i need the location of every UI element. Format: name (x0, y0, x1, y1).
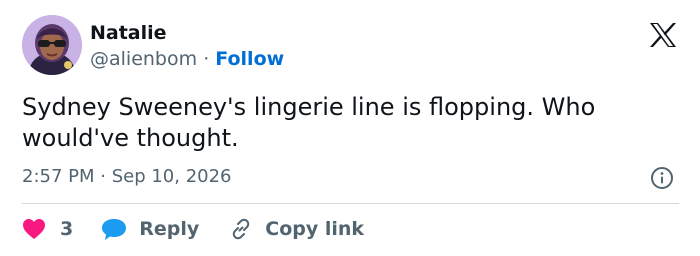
author-handle-row: @alienbom · Follow (90, 48, 284, 70)
copy-link-button[interactable]: Copy link (229, 217, 364, 241)
x-logo-icon[interactable] (649, 22, 677, 48)
tweet-timestamp[interactable]: 2:57 PM · Sep 10, 2026 (22, 166, 232, 188)
avatar-image (22, 15, 82, 75)
author-handle[interactable]: @alienbom (90, 48, 197, 70)
link-icon (229, 217, 253, 241)
reply-label: Reply (139, 218, 200, 240)
handle-separator: · (203, 48, 210, 70)
like-button[interactable]: 3 (22, 218, 73, 240)
like-count: 3 (60, 218, 74, 240)
heart-icon (22, 218, 46, 240)
reply-button[interactable]: Reply (101, 217, 199, 241)
author-name[interactable]: Natalie (90, 22, 167, 44)
tweet-text: Sydney Sweeney's lingerie line is floppi… (22, 93, 596, 152)
speech-bubble-icon (101, 217, 127, 241)
avatar[interactable] (22, 15, 82, 75)
divider (22, 203, 679, 204)
copy-link-label: Copy link (265, 218, 365, 240)
action-bar: 3 Reply Copy link (22, 214, 364, 244)
info-icon[interactable] (650, 166, 674, 190)
follow-button[interactable]: Follow (215, 48, 284, 70)
